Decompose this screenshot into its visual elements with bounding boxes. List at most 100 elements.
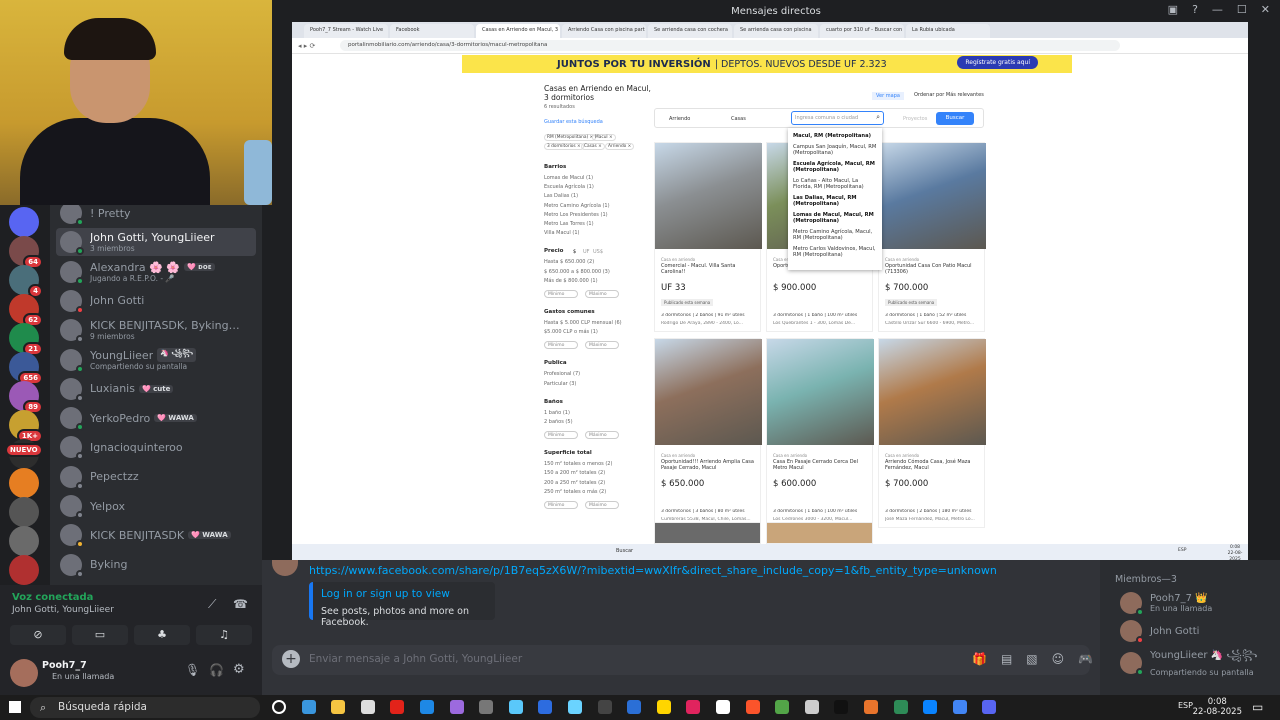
promo-banner[interactable]: JUNTOS POR TU INVERSIÓN | DEPTOS. NUEVOS… — [462, 55, 1072, 73]
server-icon[interactable]: 656 — [9, 352, 43, 385]
filter-option[interactable]: Villa Macul (1) — [544, 230, 580, 236]
app-icon[interactable] — [804, 700, 819, 714]
discord-icon[interactable] — [982, 700, 997, 714]
server-icon[interactable] — [9, 468, 39, 498]
url-field[interactable]: portalinmobiliario.com/arriendo/casa/3-d… — [340, 40, 1120, 51]
activity-button[interactable]: ♣ — [134, 625, 190, 645]
notepad-icon[interactable] — [449, 700, 464, 714]
copilot-icon[interactable] — [420, 700, 434, 714]
listing-card[interactable] — [654, 522, 761, 544]
price-currency-tab[interactable]: UF — [583, 249, 590, 255]
min-input[interactable]: Mínimo — [544, 290, 578, 298]
task-view-icon[interactable] — [301, 700, 316, 714]
search-icon[interactable]: ⌕ — [876, 113, 880, 122]
operation-select[interactable]: Arriendo — [669, 116, 690, 122]
filter-chip[interactable]: Macul × — [592, 134, 616, 141]
projects-toggle[interactable]: Proyectos — [903, 116, 927, 122]
dm-item[interactable]: Byking — [56, 551, 256, 579]
tiktok-icon[interactable] — [656, 700, 671, 714]
filter-option[interactable]: Hasta $ 5.000 CLP mensual (6) — [544, 320, 622, 326]
property-type-select[interactable]: Casas — [731, 116, 746, 122]
listing-photo[interactable] — [879, 143, 986, 249]
dm-item[interactable]: Yelpox — [56, 492, 256, 520]
member-item[interactable]: John Gotti — [1120, 620, 1199, 644]
sticky-icon[interactable] — [627, 700, 642, 714]
dm-item[interactable]: YerkoPedro 🩷 WAWA — [56, 404, 256, 432]
share-screen-button[interactable]: ▭ — [72, 625, 128, 645]
chrome-icon[interactable] — [952, 700, 967, 714]
filter-option[interactable]: 150 a 200 m² totales (2) — [544, 470, 605, 476]
filter-option[interactable]: Metro Las Torres (1) — [544, 221, 594, 227]
noise-suppression-icon[interactable]: ⟋ — [208, 597, 216, 612]
server-icon[interactable]: 89 — [9, 381, 43, 414]
soundboard-button[interactable]: ♫ — [196, 625, 252, 645]
notepad-icon[interactable] — [360, 700, 375, 714]
notification-icon[interactable]: ▭ — [1252, 700, 1263, 714]
help-icon[interactable]: ? — [1192, 3, 1198, 16]
location-suggestion[interactable]: Lo Cañas - Alto Macul, La Florida, RM (M… — [788, 177, 882, 192]
dm-item[interactable]: Alexandra 🌸 🌸 🩷 ᴅᴏᴇ Jugando a R.E.P.O. - … — [56, 258, 256, 286]
location-suggestion[interactable]: Metro Carlos Valdovinos, Macul, RM (Metr… — [788, 245, 882, 260]
maximize-button[interactable]: ☐ — [1237, 3, 1247, 16]
artstation-icon[interactable] — [864, 700, 878, 714]
price-currency-tab[interactable]: $ — [573, 249, 576, 255]
brave-icon[interactable] — [716, 700, 730, 714]
app-icon[interactable] — [893, 700, 908, 714]
filter-option[interactable]: Escuela Agrícola (1) — [544, 184, 594, 190]
filter-option[interactable]: 150 m² totales o menos (2) — [544, 461, 612, 467]
filter-option[interactable]: $5.000 CLP o más (1) — [544, 329, 598, 335]
listing-card[interactable] — [766, 522, 873, 544]
opera-icon[interactable] — [390, 700, 405, 714]
view-map-button[interactable]: Ver mapa — [872, 92, 904, 100]
dm-item[interactable]: KICK BENJITASDK 🩷 WAWA — [56, 521, 256, 549]
voice-channel[interactable]: John Gotti, YoungLiieer — [12, 605, 114, 615]
capcut-icon[interactable] — [775, 700, 790, 714]
filter-chip[interactable]: Arriendo × — [605, 143, 635, 150]
settings-icon[interactable] — [508, 700, 523, 714]
minimize-button[interactable]: — — [1212, 3, 1223, 16]
camera-off-button[interactable]: ⊘ — [10, 625, 66, 645]
server-icon[interactable]: 64 — [9, 236, 43, 269]
server-icon[interactable]: 21 — [9, 323, 43, 356]
server-icon[interactable] — [9, 555, 39, 585]
avatar[interactable] — [10, 659, 38, 687]
message-link[interactable]: https://www.facebook.com/share/p/1B7eq5z… — [309, 564, 997, 577]
min-input[interactable]: Mínimo — [544, 341, 578, 350]
listing-card[interactable]: Casa en arriendo Oportunidad!!! Arriendo… — [654, 338, 762, 528]
member-item[interactable]: YoungLiieer 🦄 ꧁꧂ Compartiendo su pantall… — [1120, 648, 1258, 677]
filter-option[interactable]: Metro Los Presidentes (1) — [544, 212, 608, 218]
search-button[interactable]: Buscar — [936, 112, 974, 125]
message-input[interactable]: + Enviar mensaje a John Gotti, YoungLiie… — [272, 645, 1093, 675]
dm-item[interactable]: Ignacioquinteroo — [56, 433, 256, 461]
max-input[interactable]: Máximo — [585, 431, 619, 440]
listing-title[interactable]: Oportunidad!!! Arriendo Amplia Casa Pasa… — [661, 459, 757, 471]
listing-card[interactable]: Casa en arriendo Comercial - Macul. Vill… — [654, 142, 762, 332]
location-suggestion[interactable]: Las Dalias, Macul, RM (Metropolitana) — [788, 194, 882, 209]
taskbar-clock[interactable]: 0:08 22-08-2025 — [1193, 697, 1242, 717]
filter-option[interactable]: $ 650.000 a $ 800.000 (3) — [544, 269, 610, 275]
taskbar-search[interactable]: Búsqueda rápida — [30, 697, 260, 718]
filter-option[interactable]: 200 a 250 m² totales (2) — [544, 480, 605, 486]
banner-register-button[interactable]: Regístrate gratis aquí — [957, 56, 1038, 69]
location-suggestion[interactable]: Metro Camino Agrícola, Macul, RM (Metrop… — [788, 228, 882, 243]
price-currency-tab[interactable]: US$ — [593, 249, 603, 255]
filter-chip[interactable]: Casas × — [581, 143, 605, 150]
filter-option[interactable]: 250 m² totales o más (2) — [544, 489, 606, 495]
language-indicator[interactable]: ESP — [1178, 701, 1193, 710]
embed-title[interactable]: Log in or sign up to view — [321, 588, 450, 600]
save-search-link[interactable]: Guardar esta búsqueda — [544, 119, 603, 125]
emoji-icon[interactable]: ☺ — [1052, 652, 1065, 666]
browser-tab[interactable]: cuarto por 310 uf - Buscar con — [820, 24, 904, 38]
location-suggestion[interactable]: Macul, RM (Metropolitana) — [788, 132, 882, 141]
dm-item[interactable]: Pepectzz — [56, 463, 256, 491]
minecraft-icon[interactable] — [745, 700, 760, 714]
close-button[interactable]: ✕ — [1261, 3, 1270, 16]
filter-chip[interactable]: RM (Metropolitana) × — [544, 134, 597, 141]
apps-icon[interactable]: 🎮 — [1078, 652, 1093, 666]
min-input[interactable]: Mínimo — [544, 431, 578, 440]
tiktok-icon[interactable] — [834, 700, 849, 714]
filter-option[interactable]: Particular (3) — [544, 381, 576, 387]
listing-card[interactable]: Casa en arriendo Casa En Pasaje Cerrado … — [766, 338, 874, 528]
address-bar[interactable]: ◂ ▸ ⟳ portalinmobiliario.com/arriendo/ca… — [292, 38, 1248, 54]
browser-tab[interactable]: Casas en Arriendo en Macul, 3 — [476, 24, 560, 38]
